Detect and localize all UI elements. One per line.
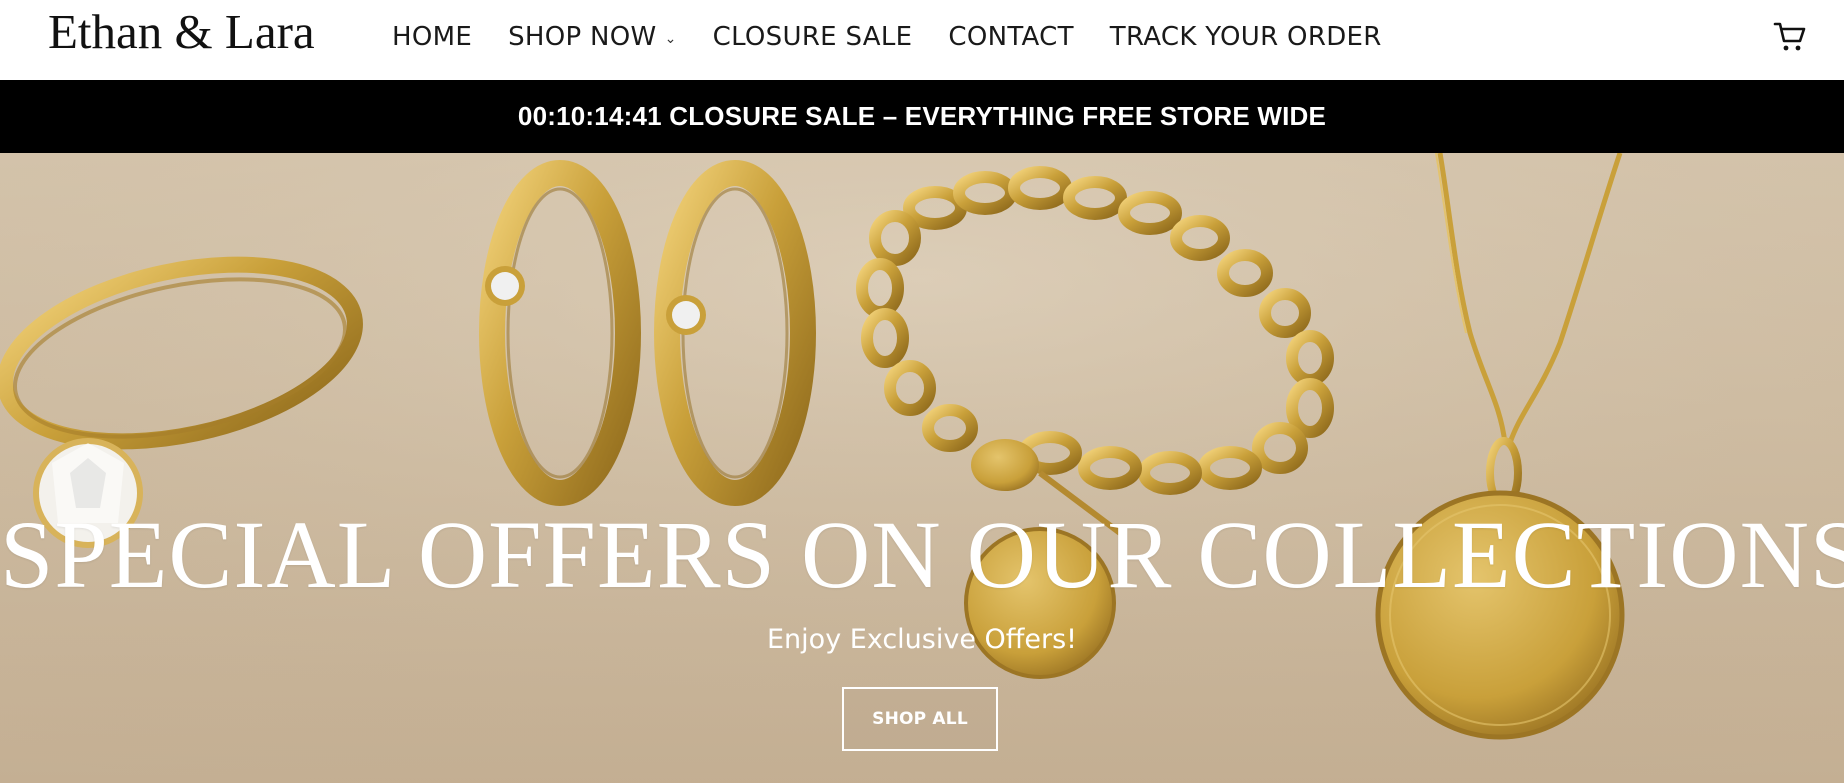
- nav-contact[interactable]: CONTACT: [948, 16, 1073, 58]
- announcement-text: 00:10:14:41 CLOSURE SALE – EVERYTHING FR…: [518, 101, 1326, 132]
- announcement-message: CLOSURE SALE – EVERYTHING FREE STORE WID…: [669, 101, 1327, 131]
- nav-home-label: HOME: [392, 22, 473, 52]
- site-header: Ethan & Lara HOME SHOP NOW ⌄ CLOSURE SALE…: [0, 0, 1844, 80]
- hero-banner: SPECIAL OFFERS ON OUR COLLECTIONS Enjoy …: [0, 153, 1844, 783]
- nav-shop-now-label: SHOP NOW: [508, 22, 657, 52]
- chevron-down-icon: ⌄: [664, 31, 677, 47]
- nav-home[interactable]: HOME: [392, 16, 472, 58]
- nav-track-order-label: TRACK YOUR ORDER: [1109, 22, 1382, 52]
- cart-icon[interactable]: [1772, 18, 1808, 54]
- bracelet-clasp: [971, 439, 1039, 491]
- nav-closure-sale[interactable]: CLOSURE SALE: [713, 16, 913, 58]
- nav-contact-label: CONTACT: [948, 22, 1074, 52]
- main-nav: HOME SHOP NOW ⌄ CLOSURE SALE CONTACT TRAC…: [392, 14, 1418, 60]
- announcement-bar: 00:10:14:41 CLOSURE SALE – EVERYTHING FR…: [0, 80, 1844, 153]
- nav-shop-now[interactable]: SHOP NOW ⌄: [508, 14, 677, 60]
- countdown-timer: 00:10:14:41: [517, 101, 662, 131]
- site-logo[interactable]: Ethan & Lara: [48, 4, 315, 60]
- hero-title: SPECIAL OFFERS ON OUR COLLECTIONS: [0, 501, 1844, 608]
- nav-track-order[interactable]: TRACK YOUR ORDER: [1110, 16, 1382, 58]
- nav-closure-sale-label: CLOSURE SALE: [712, 22, 913, 52]
- shop-all-button[interactable]: SHOP ALL: [842, 687, 998, 751]
- hero-subtitle: Enjoy Exclusive Offers!: [767, 624, 1077, 655]
